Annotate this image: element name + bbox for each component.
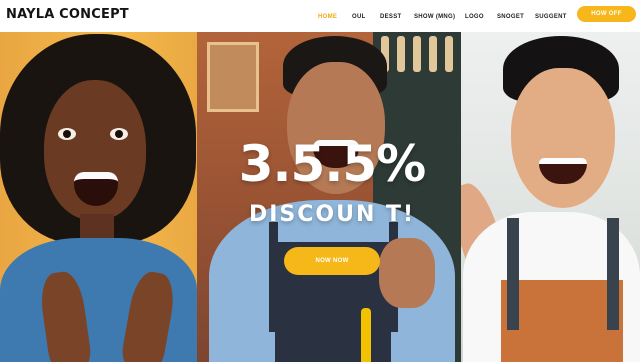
photo-tool [445, 36, 453, 72]
photo-apron [501, 280, 623, 362]
photo-apron-strap [269, 222, 278, 332]
brand-logo[interactable]: NAYLA CONCEPT [6, 7, 129, 22]
hero-photo-left [0, 32, 197, 362]
photo-tool [429, 36, 437, 72]
hero-photo-center [197, 32, 461, 362]
nav-item-suggent[interactable]: SUGGENT [535, 10, 567, 24]
header-cta-button[interactable]: HOW OFF [577, 6, 636, 22]
nav-item-desst[interactable]: DESST [380, 10, 402, 24]
photo-eye-right [110, 128, 128, 140]
photo-face [511, 68, 615, 208]
photo-fist [379, 238, 435, 308]
top-header: NAYLA CONCEPT HOME OUL DESST SHOW (MNG) … [0, 0, 640, 32]
nav-item-logo[interactable]: LOGO [465, 10, 484, 24]
hero-photo-right [461, 32, 640, 362]
nav-item-show-mng[interactable]: SHOW (MNG) [414, 10, 455, 24]
photo-shelf [207, 42, 259, 112]
photo-screwdriver [361, 308, 371, 362]
photo-tool [397, 36, 405, 72]
photo-tool [413, 36, 421, 72]
photo-apron-strap [507, 218, 519, 330]
photo-eye-left [58, 128, 76, 140]
promo-discount-label: DISCOUN T! [248, 202, 416, 227]
nav-item-oul[interactable]: OUL [352, 10, 366, 24]
hero-shop-button[interactable]: NOW NOW [284, 247, 380, 275]
nav-item-snoget[interactable]: SNOGET [497, 10, 524, 24]
nav-item-home[interactable]: HOME [318, 10, 337, 24]
promo-discount-value: 3.5.5% [238, 135, 426, 193]
photo-apron-strap [607, 218, 619, 330]
